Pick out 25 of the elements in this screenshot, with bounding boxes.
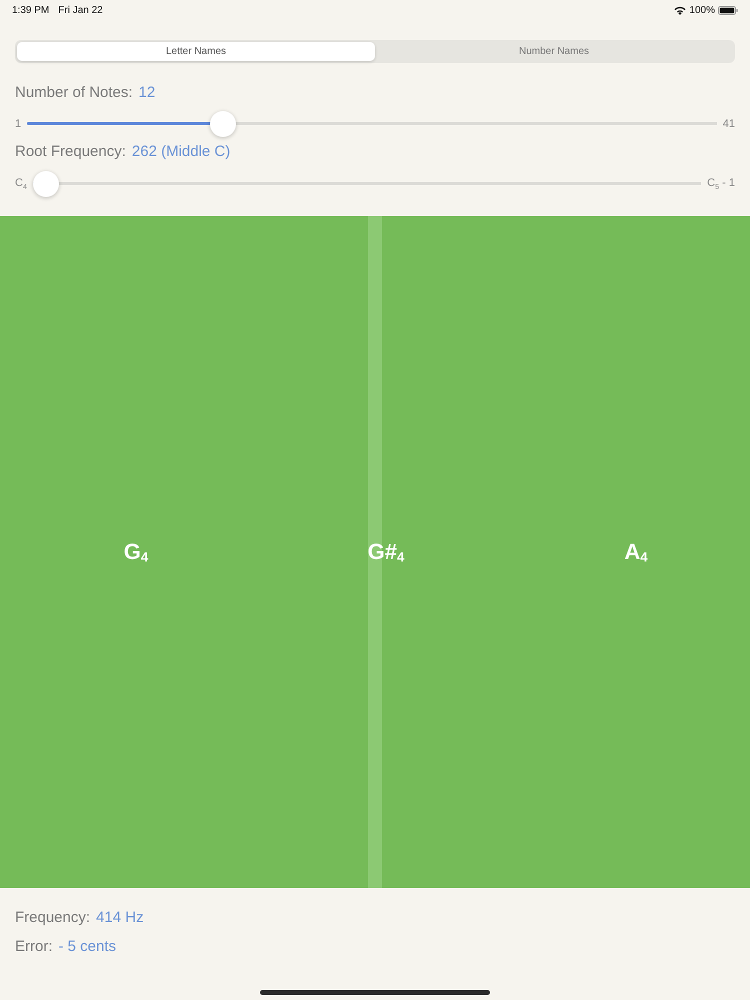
segment-tab[interactable]: Number Names bbox=[375, 42, 733, 61]
setting-label: Number of Notes: bbox=[15, 84, 133, 102]
slider-thumb[interactable] bbox=[210, 111, 236, 137]
status-date: Fri Jan 22 bbox=[58, 4, 103, 16]
setting-value: 262 (Middle C) bbox=[132, 143, 230, 161]
slider-max-label: 41 bbox=[722, 118, 735, 130]
battery-percent: 100% bbox=[689, 4, 715, 16]
slider-min-label: 1 bbox=[15, 118, 22, 130]
slider-min-label: C$_{4}$ bbox=[15, 176, 27, 192]
setting-label: Root Frequency: bbox=[15, 143, 126, 161]
note-label: G$_{4}$ bbox=[124, 539, 148, 565]
readout-value: 414 Hz bbox=[96, 909, 144, 927]
readout-value: - 5 cents bbox=[58, 938, 116, 956]
slider-thumb[interactable] bbox=[32, 171, 59, 197]
note-label: A$_{4}$ bbox=[624, 539, 648, 565]
readout-label: Frequency: bbox=[15, 909, 90, 927]
note-panel[interactable]: G$_{4}$ G#$_{4}$ A$_{4}$ bbox=[0, 216, 750, 888]
setting-value: 12 bbox=[138, 84, 156, 102]
slider-max-label: C$_{5}$ - 1 bbox=[707, 176, 735, 192]
battery-icon bbox=[718, 6, 738, 14]
wifi-icon bbox=[674, 6, 686, 14]
readout-label: Error: bbox=[15, 938, 52, 956]
status-time: 1:39 PM bbox=[12, 4, 50, 16]
note-label: G#$_{4}$ bbox=[368, 539, 404, 565]
segment-tab[interactable]: Letter Names bbox=[17, 42, 375, 61]
